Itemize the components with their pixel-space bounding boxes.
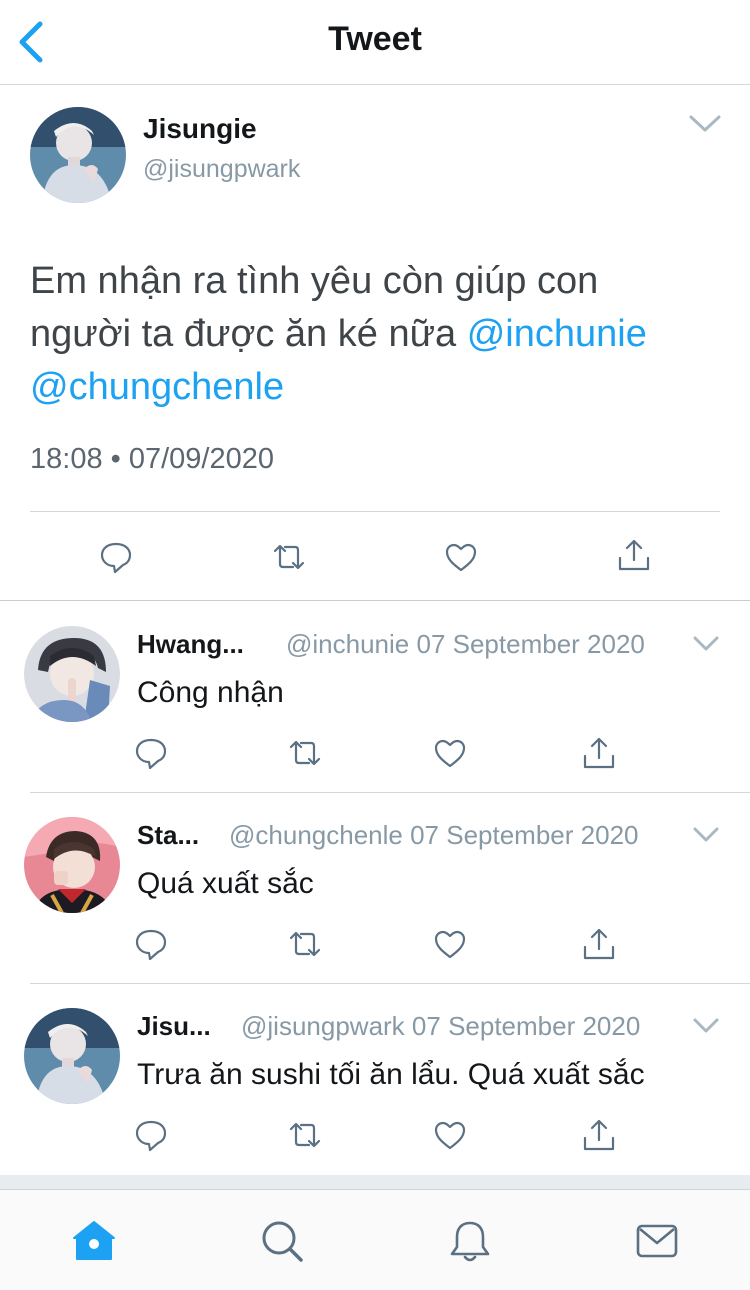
- reply-text: Công nhận: [137, 676, 284, 709]
- author-handle[interactable]: @jisungpwark: [143, 155, 300, 184]
- avatar[interactable]: [24, 1008, 120, 1104]
- chevron-down-icon[interactable]: [692, 1017, 720, 1035]
- reply-meta: @inchunie 07 September 2020: [286, 629, 645, 660]
- chevron-down-icon[interactable]: [692, 826, 720, 844]
- reply-actions: [0, 1117, 750, 1153]
- reply-icon[interactable]: [133, 735, 169, 771]
- reply-text: Trưa ăn sushi tối ăn lẩu. Quá xuất sắc: [137, 1058, 645, 1091]
- retweet-icon[interactable]: [271, 539, 307, 575]
- retweet-icon[interactable]: [287, 926, 323, 962]
- main-tweet: Jisungie @jisungpwark Em nhận ra tình yê…: [0, 85, 750, 600]
- avatar[interactable]: [30, 107, 126, 203]
- reply-tweet[interactable]: Sta... @chungchenle 07 September 2020 Qu…: [0, 792, 750, 984]
- tweet-text: Em nhận ra tình yêu còn giúp con người t…: [30, 255, 730, 414]
- mention-link[interactable]: @chungchenle: [30, 366, 284, 408]
- page-title: Tweet: [328, 20, 422, 58]
- chevron-down-icon[interactable]: [688, 113, 722, 135]
- reply-icon[interactable]: [98, 539, 134, 575]
- reply-text: Quá xuất sắc: [137, 867, 314, 900]
- notifications-icon[interactable]: [447, 1218, 493, 1264]
- bottom-tab-bar: [0, 1189, 750, 1290]
- like-icon[interactable]: [432, 926, 468, 962]
- like-icon[interactable]: [443, 539, 479, 575]
- reply-tweet[interactable]: Jisu... @jisungpwark 07 September 2020 T…: [0, 983, 750, 1174]
- reply-date: 07 September 2020: [416, 629, 645, 659]
- share-icon[interactable]: [581, 926, 617, 962]
- author-handle[interactable]: @inchunie: [286, 629, 409, 659]
- retweet-icon[interactable]: [287, 735, 323, 771]
- search-icon[interactable]: [259, 1218, 305, 1264]
- avatar[interactable]: [24, 817, 120, 913]
- share-icon[interactable]: [616, 537, 652, 573]
- share-icon[interactable]: [581, 735, 617, 771]
- retweet-icon[interactable]: [287, 1117, 323, 1153]
- tweet-timestamp: 18:08 • 07/09/2020: [30, 443, 274, 475]
- reply-icon[interactable]: [133, 1117, 169, 1153]
- share-icon[interactable]: [581, 1117, 617, 1153]
- reply-tweet[interactable]: Hwang... @inchunie 07 September 2020 Côn…: [0, 601, 750, 793]
- home-icon[interactable]: [71, 1218, 117, 1264]
- mention-link[interactable]: @inchunie: [467, 313, 647, 355]
- author-name[interactable]: Hwang...: [137, 629, 244, 660]
- reply-date: 07 September 2020: [410, 820, 639, 850]
- section-gap: [0, 1175, 750, 1189]
- tweet-actions: [0, 535, 750, 579]
- like-icon[interactable]: [432, 1117, 468, 1153]
- like-icon[interactable]: [432, 735, 468, 771]
- reply-date: 07 September 2020: [411, 1011, 641, 1041]
- author-name[interactable]: Jisungie: [143, 113, 257, 145]
- tweet-text-line2: người ta được ăn ké nữa: [30, 313, 467, 355]
- chevron-down-icon[interactable]: [692, 635, 720, 653]
- tweet-text-line1: Em nhận ra tình yêu còn giúp con: [30, 260, 599, 302]
- author-name[interactable]: Jisu...: [137, 1011, 211, 1042]
- top-bar: Tweet: [0, 0, 750, 85]
- author-handle[interactable]: @jisungpwark: [241, 1011, 405, 1041]
- reply-meta: @jisungpwark 07 September 2020: [241, 1011, 640, 1042]
- reply-actions: [0, 735, 750, 771]
- messages-icon[interactable]: [634, 1218, 680, 1264]
- reply-meta: @chungchenle 07 September 2020: [229, 820, 638, 851]
- divider: [30, 511, 720, 512]
- author-name[interactable]: Sta...: [137, 820, 199, 851]
- avatar[interactable]: [24, 626, 120, 722]
- reply-actions: [0, 926, 750, 962]
- reply-icon[interactable]: [133, 926, 169, 962]
- author-handle[interactable]: @chungchenle: [229, 820, 403, 850]
